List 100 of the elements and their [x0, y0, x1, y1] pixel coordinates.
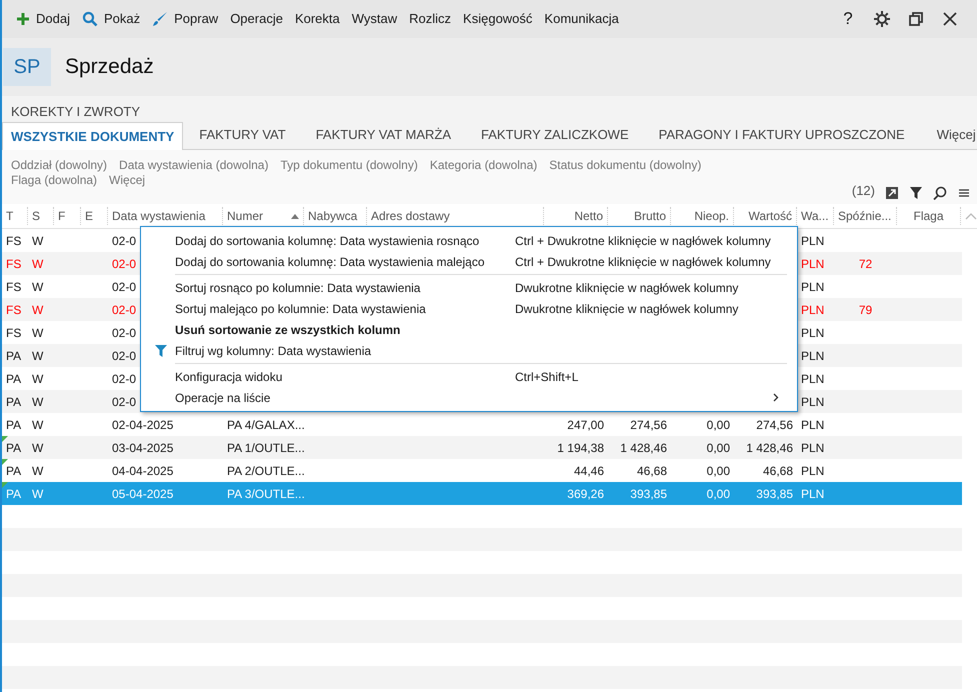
tab[interactable]: FAKTURY VAT MARŻA	[304, 121, 464, 149]
table-cell: 0,00	[706, 486, 730, 500]
toolbar-button[interactable]: Wystaw	[346, 4, 404, 34]
toolbar-button[interactable]: Pokaż	[76, 4, 146, 34]
table-cell: 393,85	[630, 486, 667, 500]
toolbar-button[interactable]: Komunikacja	[538, 4, 625, 34]
chevron-right-icon	[773, 393, 779, 402]
table-cell: 72	[858, 256, 872, 270]
filter-link[interactable]: Oddział (dowolny)	[11, 158, 108, 173]
table-cell: 1 428,46	[746, 440, 793, 454]
menu-item[interactable]: Dodaj do sortowania kolumnę: Data wystawienia malejąco Ctrl + Dwukrotne kliknięcie w nagłówek kolumny	[147, 251, 791, 272]
more-tabs-link[interactable]: Więcej	[922, 121, 977, 149]
table-cell: PLN	[801, 394, 824, 408]
table-cell: 44,46	[574, 464, 604, 478]
filter-link[interactable]: Typ dokumentu (dowolny)	[280, 158, 418, 173]
search-icon	[82, 11, 98, 27]
menu-item[interactable]: Operacje na liście	[147, 387, 791, 408]
column-header[interactable]: E	[81, 207, 108, 225]
tab[interactable]: FAKTURY VAT	[187, 121, 298, 149]
table-row[interactable]: PA W 03-04-2025 PA 1/OUTLE... 1 194,38 1 428,46 0,00 1 428,46 PLN	[2, 436, 962, 459]
toolbar-button[interactable]: Dodaj	[10, 4, 76, 34]
table-cell: 02-0	[112, 256, 136, 270]
filter-link[interactable]: Status dokumentu (dowolny)	[549, 158, 702, 173]
plus-icon	[16, 12, 30, 26]
table-cell: FS	[6, 280, 22, 294]
table-cell: W	[32, 302, 44, 316]
filter-link[interactable]: Więcej	[109, 173, 146, 188]
tab[interactable]: PARAGONY I FAKTURY UPROSZCZONE	[646, 121, 917, 149]
table-cell: 247,00	[567, 418, 604, 432]
column-header[interactable]: Netto	[544, 207, 608, 225]
menu-item[interactable]: Usuń sortowanie ze wszystkich kolumn	[147, 319, 791, 340]
menu-item[interactable]: Filtruj wg kolumny: Data wystawienia	[147, 340, 791, 361]
table-cell: PLN	[801, 234, 824, 248]
table-cell: 79	[858, 302, 872, 316]
column-header[interactable]: F	[54, 207, 81, 225]
column-header[interactable]: Flaga	[897, 207, 961, 225]
table-cell: 05-04-2025	[112, 486, 174, 500]
table-cell: 02-0	[112, 280, 136, 294]
table-cell: PLN	[801, 302, 824, 316]
table-cell: PLN	[801, 440, 824, 454]
module-badge: SP	[3, 48, 51, 86]
close-icon	[943, 12, 957, 26]
filter-link[interactable]: Data wystawienia (dowolna)	[119, 158, 268, 173]
column-header[interactable]: Numer	[223, 207, 304, 225]
filter-button[interactable]	[909, 186, 923, 200]
table-cell: PLN	[801, 280, 824, 294]
column-header[interactable]: Data wystawienia	[108, 207, 223, 225]
menu-item[interactable]: Konfiguracja widoku Ctrl+Shift+L	[147, 366, 791, 387]
filter-link[interactable]: Flaga (dowolna)	[11, 173, 98, 188]
export-icon	[885, 186, 899, 200]
column-header[interactable]: S	[28, 207, 54, 225]
table-cell: PLN	[801, 348, 824, 362]
search-button[interactable]	[933, 186, 947, 200]
table-cell: 274,56	[630, 418, 667, 432]
table-cell: 02-0	[112, 302, 136, 316]
table-cell: 02-0	[112, 372, 136, 386]
toolbar-button[interactable]: Rozlicz	[403, 4, 458, 34]
table-cell: 0,00	[706, 440, 730, 454]
column-header[interactable]: Nabywca	[304, 207, 367, 225]
table-cell: FS	[6, 234, 22, 248]
table-cell: 1 194,38	[557, 440, 604, 454]
toolbar-button[interactable]: Księgowość	[457, 4, 538, 34]
table-cell: PA 3/OUTLE...	[227, 486, 305, 500]
table-cell: W	[32, 234, 44, 248]
table-cell: W	[32, 418, 44, 432]
filter-link[interactable]: Kategoria (dowolna)	[430, 158, 538, 173]
help-button[interactable]: ?	[831, 6, 865, 32]
table-cell: PA	[6, 372, 22, 386]
toolbar-button[interactable]: Popraw	[146, 4, 224, 34]
table-cell: PA 2/OUTLE...	[227, 464, 305, 478]
menu-item[interactable]: Dodaj do sortowania kolumnę: Data wystawienia rosnąco Ctrl + Dwukrotne kliknięcie w nagłówek kolumny	[147, 230, 791, 251]
column-header[interactable]: Spóźnie...	[834, 207, 897, 225]
table-cell: 369,26	[567, 486, 604, 500]
table-cell: PLN	[801, 326, 824, 340]
table-cell: PLN	[801, 464, 824, 478]
column-header[interactable]: T	[2, 207, 28, 225]
tab[interactable]: WSZYSTKIE DOKUMENTY	[2, 122, 184, 150]
section-label: KOREKTY I ZWROTY	[10, 103, 142, 121]
tab[interactable]: FAKTURY ZALICZKOWE	[469, 121, 641, 149]
table-cell: W	[32, 486, 44, 500]
toolbar-button[interactable]: Operacje	[224, 4, 289, 34]
settings-icon	[874, 11, 890, 27]
column-header[interactable]: Wa...	[797, 207, 834, 225]
table-cell: FS	[6, 326, 22, 340]
menu-item[interactable]: Sortuj malejąco po kolumnie: Data wystawienia Dwukrotne kliknięcie w nagłówek kolumny	[147, 298, 791, 319]
column-header[interactable]: Wartość	[734, 207, 797, 225]
column-header[interactable]: Nieop.	[671, 207, 734, 225]
column-header[interactable]: Brutto	[608, 207, 671, 225]
table-cell: 02-0	[112, 234, 136, 248]
restore-icon	[909, 12, 923, 26]
filter-icon	[909, 186, 923, 200]
table-cell: PA	[6, 486, 22, 500]
table-cell: PA	[6, 418, 22, 432]
toolbar-button[interactable]: Korekta	[288, 4, 346, 34]
table-cell: W	[32, 440, 44, 454]
export-button[interactable]	[885, 186, 899, 200]
menu-item[interactable]: Sortuj rosnąco po kolumnie: Data wystawienia Dwukrotne kliknięcie w nagłówek kolumny	[147, 277, 791, 298]
table-cell: W	[32, 326, 44, 340]
table-cell: 0,00	[706, 418, 730, 432]
column-header[interactable]: Adres dostawy	[367, 207, 544, 225]
